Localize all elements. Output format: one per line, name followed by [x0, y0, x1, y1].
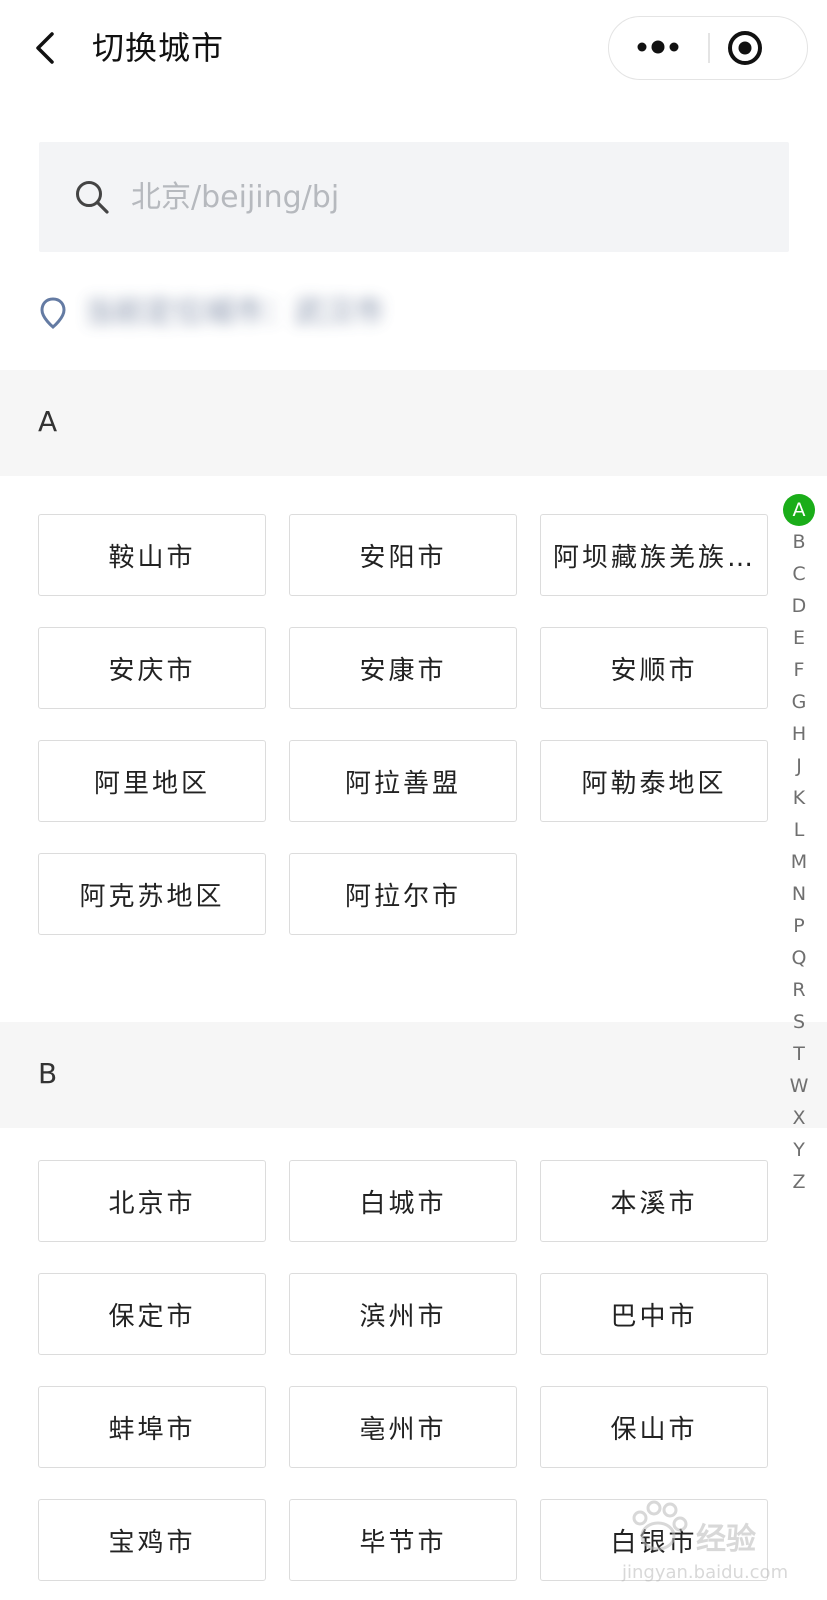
city-button[interactable]: 本溪市	[540, 1160, 768, 1242]
city-label: 保山市	[610, 1414, 698, 1445]
section-header-b: B	[0, 1022, 827, 1128]
current-location-text: 当前定位城市：武汉市	[84, 295, 384, 330]
index-letter-g[interactable]: G	[782, 686, 816, 718]
city-label: 蚌埠市	[108, 1414, 196, 1445]
current-location[interactable]: 当前定位城市：武汉市	[38, 288, 478, 348]
city-button[interactable]: 阿里地区	[38, 740, 266, 822]
more-dots-icon	[637, 40, 679, 54]
city-button[interactable]: 巴中市	[540, 1273, 768, 1355]
index-letter-h[interactable]: H	[782, 718, 816, 750]
mini-program-capsule	[608, 16, 808, 80]
city-button[interactable]: 亳州市	[289, 1386, 517, 1468]
index-letter-y[interactable]: Y	[782, 1134, 816, 1166]
city-button[interactable]: 白城市	[289, 1160, 517, 1242]
city-button[interactable]: 保山市	[540, 1386, 768, 1468]
city-label: 巴中市	[610, 1301, 698, 1332]
city-label: 阿克苏地区	[79, 881, 225, 912]
city-button[interactable]: 安康市	[289, 627, 517, 709]
index-letter-k[interactable]: K	[782, 782, 816, 814]
index-letter-s[interactable]: S	[782, 1006, 816, 1038]
city-label: 白城市	[359, 1188, 447, 1219]
index-letter-n[interactable]: N	[782, 878, 816, 910]
city-label: 毕节市	[359, 1527, 447, 1558]
city-label: 安顺市	[610, 655, 698, 686]
index-letter-m[interactable]: M	[782, 846, 816, 878]
city-label: 安庆市	[108, 655, 196, 686]
location-pin-icon	[38, 296, 68, 330]
city-button[interactable]: 宝鸡市	[38, 1499, 266, 1581]
index-letter-a[interactable]: A	[782, 494, 816, 526]
city-label: 安康市	[359, 655, 447, 686]
city-label: 本溪市	[610, 1188, 698, 1219]
city-label: 阿勒泰地区	[581, 768, 727, 799]
city-label: 阿拉尔市	[344, 881, 461, 912]
city-button[interactable]: 阿勒泰地区	[540, 740, 768, 822]
index-letter-d[interactable]: D	[782, 590, 816, 622]
city-label: 安阳市	[359, 542, 447, 573]
index-letter-t[interactable]: T	[782, 1038, 816, 1070]
index-letter-q[interactable]: Q	[782, 942, 816, 974]
section-letter: B	[38, 1057, 58, 1090]
index-letter-e[interactable]: E	[782, 622, 816, 654]
city-label: 阿里地区	[93, 768, 210, 799]
city-label: 宝鸡市	[108, 1527, 196, 1558]
city-button[interactable]: 鞍山市	[38, 514, 266, 596]
index-letter-c[interactable]: C	[782, 558, 816, 590]
watermark-url: jingyan.baidu.com	[622, 1562, 789, 1583]
city-button[interactable]: 阿克苏地区	[38, 853, 266, 935]
city-button[interactable]: 安阳市	[289, 514, 517, 596]
city-button[interactable]: 阿拉善盟	[289, 740, 517, 822]
search-icon	[73, 178, 111, 216]
index-letter-b[interactable]: B	[782, 526, 816, 558]
city-button[interactable]: 阿拉尔市	[289, 853, 517, 935]
search-box	[39, 142, 789, 252]
city-button[interactable]: 蚌埠市	[38, 1386, 266, 1468]
city-label: 亳州市	[359, 1414, 447, 1445]
index-letter-l[interactable]: L	[782, 814, 816, 846]
more-options-button[interactable]	[609, 17, 709, 78]
city-button[interactable]: 北京市	[38, 1160, 266, 1242]
section-letter: A	[38, 405, 58, 438]
city-label: 阿坝藏族羌族…	[553, 542, 755, 573]
back-arrow-icon[interactable]	[30, 26, 60, 70]
paw-logo-icon	[632, 1500, 688, 1551]
search-input[interactable]	[131, 172, 751, 222]
page-title: 切换城市	[92, 29, 225, 67]
watermark-text: 经验	[696, 1522, 756, 1557]
navigation-bar: 切换城市	[0, 0, 827, 100]
index-letter-p[interactable]: P	[782, 910, 816, 942]
city-button[interactable]: 毕节市	[289, 1499, 517, 1581]
city-label: 北京市	[108, 1188, 196, 1219]
target-close-icon	[728, 31, 762, 65]
city-label: 滨州市	[359, 1301, 447, 1332]
baidu-jingyan-watermark: 经验 jingyan.baidu.com	[618, 1496, 798, 1592]
index-letter-j[interactable]: J	[782, 750, 816, 782]
city-label: 保定市	[108, 1301, 196, 1332]
city-button[interactable]: 安庆市	[38, 627, 266, 709]
city-label: 阿拉善盟	[344, 768, 461, 799]
close-mini-program-button[interactable]	[709, 17, 809, 78]
city-button[interactable]: 阿坝藏族羌族…	[540, 514, 768, 596]
index-letter-z[interactable]: Z	[782, 1166, 816, 1198]
city-button[interactable]: 安顺市	[540, 627, 768, 709]
section-header-a: A	[0, 370, 827, 476]
index-letter-w[interactable]: W	[782, 1070, 816, 1102]
index-letter-f[interactable]: F	[782, 654, 816, 686]
city-button[interactable]: 滨州市	[289, 1273, 517, 1355]
city-label: 鞍山市	[108, 542, 196, 573]
city-button[interactable]: 保定市	[38, 1273, 266, 1355]
index-letter-r[interactable]: R	[782, 974, 816, 1006]
index-letter-x[interactable]: X	[782, 1102, 816, 1134]
